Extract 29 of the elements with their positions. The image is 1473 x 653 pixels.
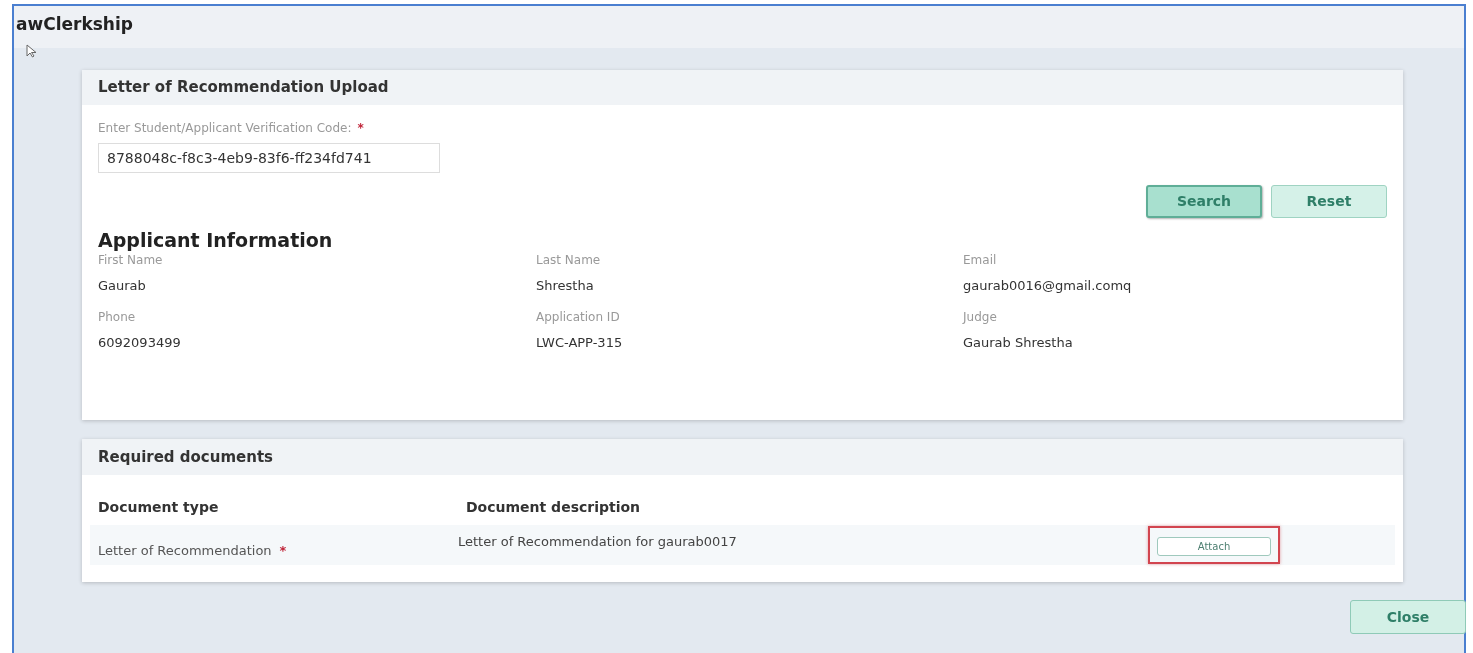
- field-value: LWC-APP-315: [536, 334, 624, 352]
- required-asterisk: *: [357, 120, 364, 137]
- section-heading: Applicant Information: [98, 228, 334, 252]
- field-label: Judge: [963, 309, 998, 325]
- field-value: gaurab0016@gmail.comq: [963, 277, 1133, 295]
- field-value: Gaurab: [98, 277, 147, 295]
- column-header: Document type: [98, 498, 220, 517]
- card-title: Letter of Recommendation Upload: [98, 77, 389, 99]
- field-label: Enter Student/Applicant Verification Code:: [98, 120, 352, 137]
- close-button[interactable]: Close: [1350, 600, 1466, 634]
- input-field[interactable]: 8788048c-f8c3-4eb9-83f6-ff234fd741: [98, 143, 440, 173]
- field-label: Last Name: [536, 252, 602, 268]
- field-label: First Name: [98, 252, 164, 268]
- field-label: Application ID: [536, 309, 621, 325]
- window-title: awClerkship: [16, 13, 133, 36]
- field-label: Phone: [98, 309, 137, 325]
- field-value: 6092093499: [98, 334, 182, 352]
- field-value: Gaurab Shrestha: [963, 334, 1074, 352]
- card-title: Required documents: [98, 446, 273, 468]
- action-button[interactable]: Search: [1146, 185, 1262, 218]
- table-cell-text: Letter of Recommendation: [98, 542, 272, 561]
- cursor-icon: [26, 44, 37, 58]
- attach-button[interactable]: Attach: [1157, 537, 1271, 556]
- field-label: Email: [963, 252, 998, 268]
- action-button[interactable]: Reset: [1271, 185, 1387, 218]
- required-asterisk: *: [279, 542, 287, 561]
- table-cell-text: Letter of Recommendation for gaurab0017: [458, 533, 738, 552]
- column-header: Document description: [466, 498, 642, 517]
- field-value: Shrestha: [536, 277, 595, 295]
